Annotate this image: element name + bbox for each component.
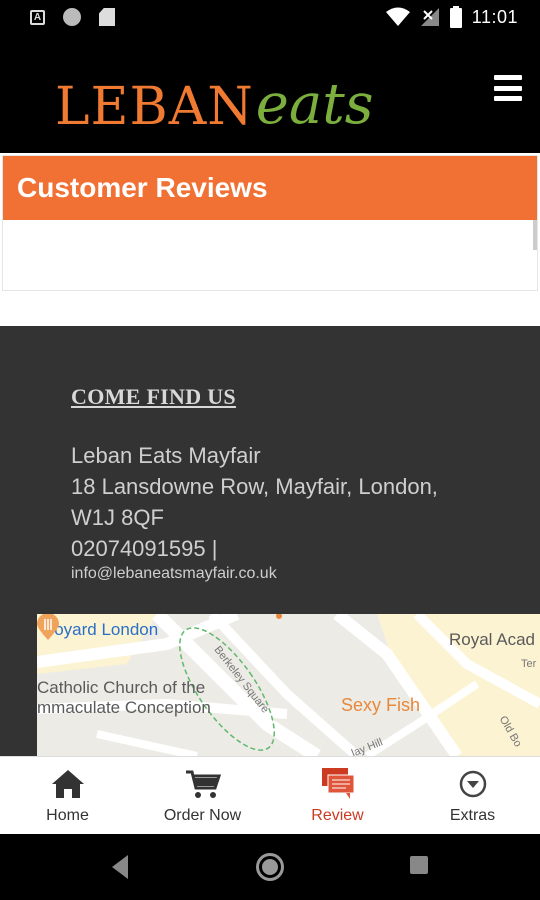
nav-order-now[interactable]: Order Now bbox=[135, 757, 270, 834]
reviews-title-bar: Customer Reviews bbox=[3, 156, 537, 220]
android-navigation-bar bbox=[0, 834, 540, 900]
logo-text-eats: eats bbox=[255, 72, 374, 137]
leban-eats-logo[interactable]: LEBAN eats bbox=[55, 53, 374, 137]
address-block: Leban Eats Mayfair 18 Lansdowne Row, May… bbox=[71, 440, 438, 564]
location-map[interactable]: Goyard London Royal Acad Catholic Church… bbox=[37, 614, 540, 756]
home-icon bbox=[51, 767, 85, 801]
review-chat-icon bbox=[320, 767, 356, 801]
customer-reviews-card: Customer Reviews bbox=[2, 155, 538, 291]
nav-extras[interactable]: Extras bbox=[405, 757, 540, 834]
nav-home-label: Home bbox=[46, 807, 89, 824]
map-label-royal: Royal Acad bbox=[449, 630, 535, 649]
sd-card-icon bbox=[99, 8, 115, 26]
footer-contact: COME FIND US Leban Eats Mayfair 18 Lansd… bbox=[0, 326, 540, 756]
circle-notification-icon bbox=[63, 8, 81, 26]
address-line: W1J 8QF bbox=[71, 505, 164, 530]
map-label-ter: Ter bbox=[521, 658, 537, 670]
map-label-sexy-fish: Sexy Fish bbox=[341, 695, 421, 715]
nav-home[interactable]: Home bbox=[0, 757, 135, 834]
reviews-title: Customer Reviews bbox=[17, 172, 268, 203]
map-label-church-line2: mmaculate Conception bbox=[37, 698, 211, 717]
chevron-circle-down-icon bbox=[459, 767, 487, 801]
bottom-navigation: Home Order Now Review Extras bbox=[0, 756, 540, 834]
home-circle-icon[interactable] bbox=[256, 853, 284, 881]
phone-number[interactable]: 02074091595 | bbox=[71, 533, 438, 564]
accessibility-a-icon: A bbox=[30, 9, 45, 25]
battery-icon bbox=[449, 6, 462, 28]
address-line: 18 Lansdowne Row, Mayfair, London, bbox=[71, 474, 438, 499]
back-icon[interactable] bbox=[112, 855, 128, 879]
recents-square-icon[interactable] bbox=[410, 856, 428, 874]
restaurant-pin-icon bbox=[37, 614, 59, 640]
reviews-scrollbar[interactable] bbox=[533, 220, 537, 250]
status-right-icons: 11:01 bbox=[385, 6, 518, 28]
map-label-church-line1: Catholic Church of the bbox=[37, 678, 206, 697]
status-bar: A 11:01 bbox=[0, 0, 540, 35]
logo-text-leban: LEBAN bbox=[55, 77, 254, 137]
hamburger-menu-icon[interactable] bbox=[494, 75, 522, 101]
nav-extras-label: Extras bbox=[449, 807, 496, 824]
nav-review-label: Review bbox=[311, 807, 364, 824]
email-link[interactable]: info@lebaneatsmayfair.co.uk bbox=[71, 565, 277, 583]
nav-order-now-label: Order Now bbox=[163, 807, 242, 824]
no-signal-icon bbox=[420, 8, 439, 26]
address-line: Leban Eats Mayfair bbox=[71, 443, 261, 468]
status-left-icons: A bbox=[30, 8, 115, 26]
status-time: 11:01 bbox=[471, 6, 518, 27]
come-find-us-heading: COME FIND US bbox=[71, 384, 236, 409]
wifi-icon bbox=[385, 7, 410, 26]
app-header: LEBAN eats bbox=[0, 35, 540, 153]
cart-icon bbox=[185, 767, 221, 801]
nav-review[interactable]: Review bbox=[270, 757, 405, 834]
